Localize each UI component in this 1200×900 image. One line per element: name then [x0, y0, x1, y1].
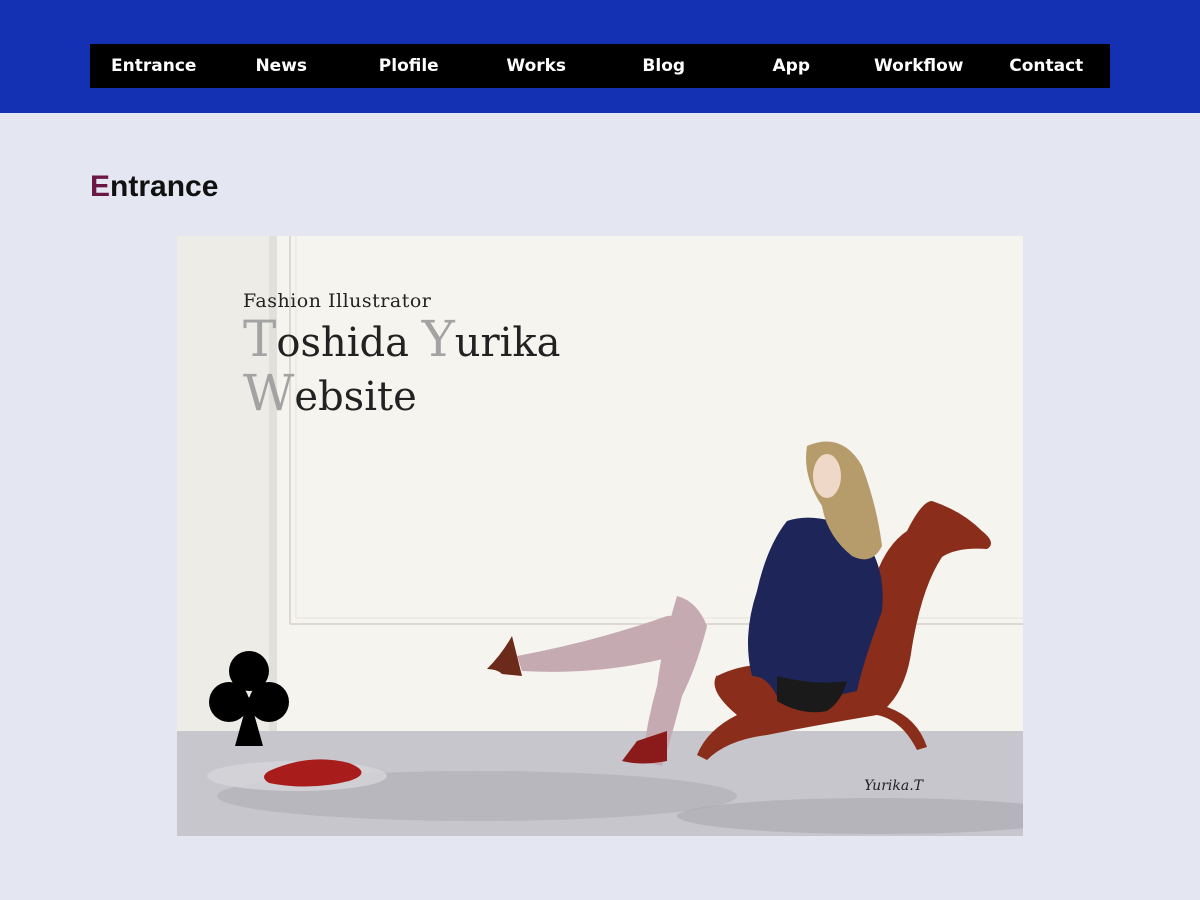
- artist-signature: Yurika.T: [864, 778, 923, 794]
- hero-name-second-rest: urika: [454, 320, 561, 366]
- nav-news[interactable]: News: [218, 44, 346, 88]
- nav-workflow[interactable]: Workflow: [855, 44, 983, 88]
- nav-blog[interactable]: Blog: [600, 44, 728, 88]
- hero-website-rest: ebsite: [294, 374, 417, 420]
- hero-website-initial: W: [243, 364, 295, 422]
- nav-contact[interactable]: Contact: [983, 44, 1111, 88]
- hero-heading-block: Fashion Illustrator Toshida Yurika Websi…: [243, 290, 560, 420]
- hero-website-line: Website: [243, 368, 560, 420]
- page-title: Entrance: [90, 170, 218, 204]
- hero-name-first-initial: T: [243, 310, 277, 368]
- hero-illustration: Fashion Illustrator Toshida Yurika Websi…: [177, 236, 1023, 836]
- nav-app[interactable]: App: [728, 44, 856, 88]
- nav-works[interactable]: Works: [473, 44, 601, 88]
- hero-subtitle: Fashion Illustrator: [243, 290, 432, 312]
- site-header: Entrance News Plofile Works Blog App Wor…: [0, 0, 1200, 113]
- page-title-initial: E: [90, 170, 111, 203]
- page-title-rest: ntrance: [110, 170, 219, 203]
- nav-entrance[interactable]: Entrance: [90, 44, 218, 88]
- main-nav: Entrance News Plofile Works Blog App Wor…: [90, 44, 1110, 88]
- hero-name-second-initial: Y: [421, 310, 455, 368]
- hero-name-first-rest: oshida: [276, 320, 422, 366]
- nav-profile[interactable]: Plofile: [345, 44, 473, 88]
- hero-name: Toshida Yurika: [243, 314, 561, 366]
